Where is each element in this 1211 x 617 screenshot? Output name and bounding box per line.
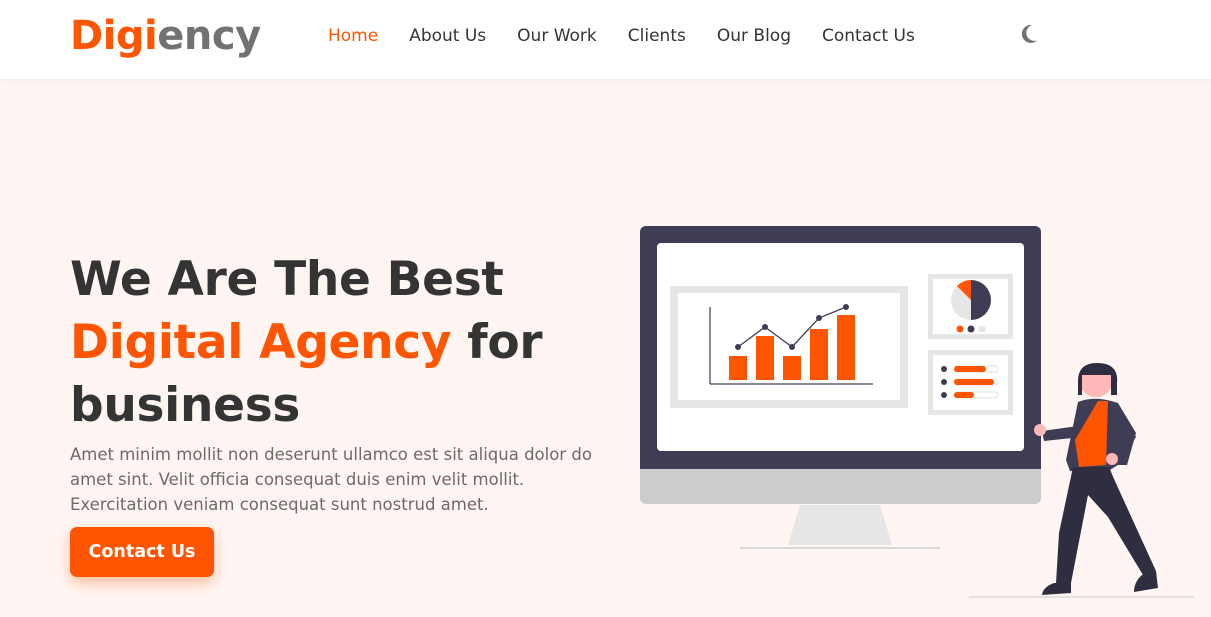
hero-title-line1: We Are The Best: [70, 252, 504, 307]
theme-toggle-button[interactable]: [1017, 22, 1041, 46]
nav-link-our-blog[interactable]: Our Blog: [717, 25, 791, 47]
hero-title: We Are The Best Digital Agency for busin…: [70, 248, 543, 437]
nav-link-our-work[interactable]: Our Work: [517, 25, 597, 47]
contact-us-button[interactable]: Contact Us: [70, 527, 214, 577]
nav-link-clients[interactable]: Clients: [628, 25, 686, 47]
brand-logo-part1: Digi: [70, 13, 158, 59]
hero-illustration: [640, 226, 1194, 598]
site-header: Digiency Home About Us Our Work Clients …: [0, 0, 1211, 79]
main-nav: Home About Us Our Work Clients Our Blog …: [328, 25, 946, 47]
brand-logo-part2: ency: [157, 13, 261, 59]
hero-description: Amet minim mollit non deserunt ullamco e…: [70, 445, 592, 514]
moon-icon: [1021, 24, 1037, 43]
brand-logo[interactable]: Digiency: [70, 10, 261, 62]
hero-title-accent: Digital Agency: [70, 315, 452, 370]
hero-title-line3: business: [70, 378, 301, 433]
nav-link-about-us[interactable]: About Us: [409, 25, 486, 47]
hero-title-tail: for: [467, 315, 543, 370]
nav-link-home[interactable]: Home: [328, 25, 378, 47]
nav-link-contact-us[interactable]: Contact Us: [822, 25, 915, 47]
